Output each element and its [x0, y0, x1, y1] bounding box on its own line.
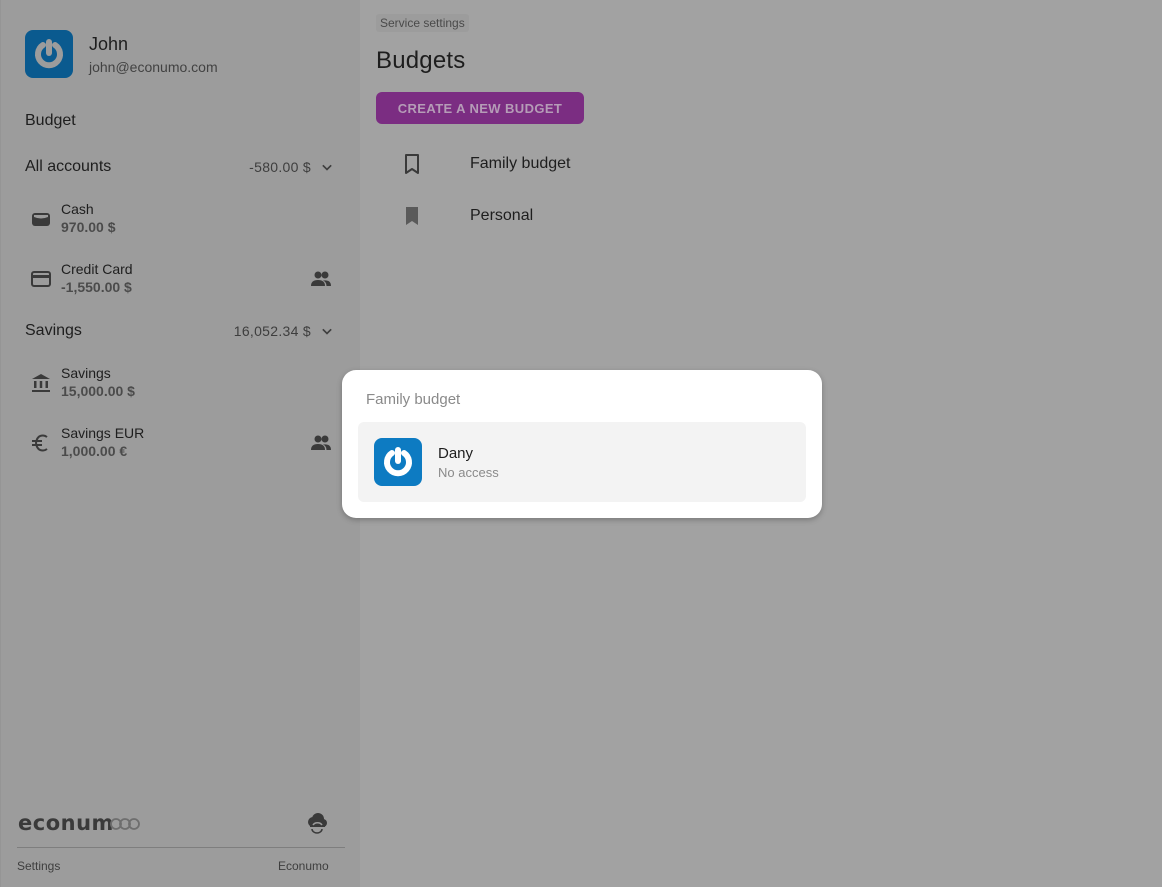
breadcrumb[interactable]: Service settings — [376, 14, 469, 32]
budget-item-family[interactable]: Family budget — [400, 144, 700, 184]
logo-text: econum — [18, 812, 114, 834]
user-avatar — [25, 30, 73, 78]
user-avatar — [374, 438, 422, 486]
user-name: John — [89, 33, 129, 54]
econumo-link[interactable]: Econumo — [278, 859, 329, 873]
section-title-budget[interactable]: Budget — [25, 112, 76, 130]
account-balance: 970.00 $ — [61, 219, 116, 235]
account-name: Savings — [61, 365, 111, 381]
account-group-header[interactable]: All accounts -580.00 $ — [25, 155, 337, 179]
wallet-icon — [32, 213, 50, 226]
econumo-logo: econum — [18, 811, 142, 839]
bank-icon — [32, 374, 50, 392]
euro-icon — [32, 434, 48, 452]
group-total: -580.00 $ — [249, 159, 311, 175]
account-item-savings-eur[interactable]: Savings EUR 1,000.00 € — [25, 421, 337, 465]
account-item-credit-card[interactable]: Credit Card -1,550.00 $ — [25, 257, 337, 301]
user-access-item[interactable]: Dany No access — [358, 422, 806, 502]
page-title: Budgets — [376, 47, 466, 74]
create-budget-button[interactable]: CREATE A NEW BUDGET — [376, 92, 584, 124]
bookmark-outline-icon — [405, 154, 419, 174]
budget-item-personal[interactable]: Personal — [400, 196, 700, 236]
account-name: Credit Card — [61, 261, 133, 277]
user-email: john@econumo.com — [89, 58, 218, 75]
account-balance: 1,000.00 € — [61, 443, 128, 459]
power-logo-icon — [35, 39, 63, 69]
shared-people-icon — [311, 435, 331, 450]
user-name: Dany — [438, 444, 474, 462]
dialog-title: Family budget — [366, 391, 461, 408]
account-name: Cash — [61, 201, 94, 217]
account-group-header[interactable]: Savings 16,052.34 $ — [25, 319, 337, 343]
footer-divider — [17, 847, 345, 848]
budget-access-dialog: Family budget Dany No access — [342, 370, 822, 518]
group-total: 16,052.34 $ — [233, 323, 311, 339]
settings-link[interactable]: Settings — [17, 859, 60, 873]
chevron-down-icon[interactable] — [317, 157, 337, 177]
sidebar: John john@econumo.com Budget All account… — [0, 0, 360, 887]
group-name: All accounts — [25, 158, 112, 175]
chevron-down-icon[interactable] — [317, 321, 337, 341]
cloud-sync-icon[interactable] — [304, 810, 330, 841]
user-access-level: No access — [438, 464, 499, 480]
user-profile[interactable]: John john@econumo.com — [25, 30, 218, 78]
account-item-cash[interactable]: Cash 970.00 $ — [25, 197, 337, 241]
account-name: Savings EUR — [61, 425, 145, 441]
budget-name: Family budget — [470, 155, 571, 172]
account-balance: 15,000.00 $ — [61, 383, 135, 399]
power-logo-icon — [384, 447, 412, 477]
bookmark-filled-icon — [406, 207, 418, 225]
group-name: Savings — [25, 322, 82, 339]
budget-name: Personal — [470, 207, 534, 224]
credit-card-icon — [31, 271, 51, 287]
account-item-savings[interactable]: Savings 15,000.00 $ — [25, 361, 337, 405]
shared-people-icon — [311, 271, 331, 286]
account-balance: -1,550.00 $ — [61, 279, 132, 295]
